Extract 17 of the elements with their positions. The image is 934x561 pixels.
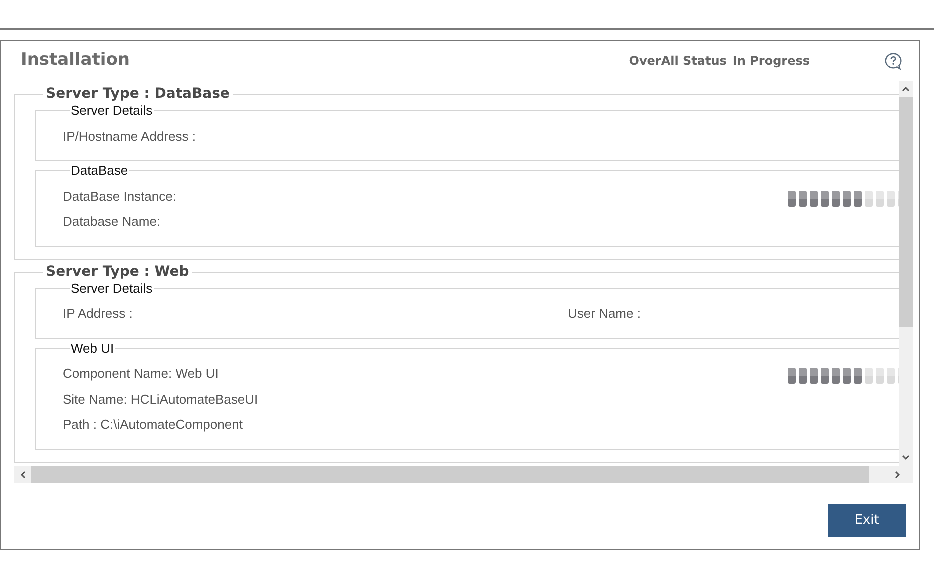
status-label: OverAll Status: [629, 53, 727, 70]
field-label: Database Name:: [63, 213, 162, 231]
field-label: Site Name: HCLiAutomateBaseUI: [63, 390, 260, 408]
exit-button[interactable]: Exit: [828, 504, 906, 537]
group-legend: Web UI: [70, 338, 116, 358]
group-legend: DataBase: [70, 161, 130, 180]
status-value: In Progress: [732, 53, 810, 70]
field-label: IP/Hostname Address :: [63, 128, 197, 146]
field-label: Path : C:\iAutomateComponent: [63, 416, 244, 434]
scroll-thumb[interactable]: [899, 97, 913, 327]
field-label: IP Address :: [63, 305, 134, 323]
help-icon[interactable]: [884, 52, 903, 70]
dialog-title: Installation: [21, 49, 130, 72]
field-label: DataBase Instance:: [63, 188, 178, 206]
field-label: User Name :: [568, 305, 641, 323]
vertical-scrollbar[interactable]: [899, 81, 913, 466]
field-label: Component Name: Web UI: [63, 365, 220, 383]
